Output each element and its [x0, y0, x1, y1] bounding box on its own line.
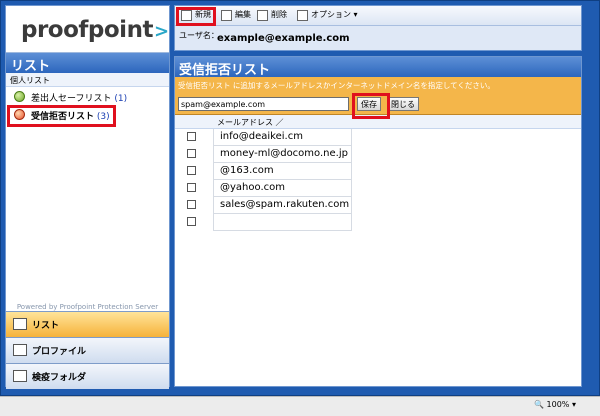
- table-row: [175, 214, 581, 231]
- user-label: ユーザ名：: [179, 31, 219, 40]
- edit-label: 編集: [235, 10, 251, 19]
- nav-label: リスト: [32, 321, 60, 331]
- email-cell: sales@spam.rakuten.com: [213, 197, 352, 214]
- options-label: オプション: [311, 10, 351, 19]
- dropdown-arrow-icon: ▾: [353, 10, 358, 19]
- sidebar-heading: リスト: [6, 53, 169, 74]
- nav-quarantine[interactable]: 検疫フォルダ: [6, 363, 169, 389]
- row-checkbox[interactable]: [187, 183, 196, 192]
- email-cell: @163.com: [213, 163, 352, 180]
- delete-icon: [257, 10, 268, 21]
- email-cell: info@deaikei.cm: [213, 129, 352, 146]
- powered-by-text: Powered by Proofpoint Protection Server: [16, 303, 159, 311]
- chevron-down-icon: ▾: [571, 400, 576, 409]
- nav-label: プロファイル: [32, 347, 87, 357]
- column-header-email[interactable]: メールアドレス ／: [217, 117, 284, 128]
- list-icon: [13, 318, 27, 330]
- email-cell: @yahoo.com: [213, 180, 352, 197]
- row-checkbox[interactable]: [187, 200, 196, 209]
- user-row: ユーザ名： example@example.com: [175, 26, 581, 50]
- edit-icon: [221, 10, 232, 21]
- form-description: 受信拒否リスト に追加するメールアドレスかインターネットドメイン名を指定してくだ…: [178, 81, 495, 90]
- highlight-save-button: [352, 93, 390, 119]
- row-checkbox[interactable]: [187, 149, 196, 158]
- sidebar-item-safe-senders[interactable]: 差出人セーフリスト (1): [6, 87, 169, 105]
- nav-profile[interactable]: プロファイル: [6, 337, 169, 363]
- table-row: @163.com: [175, 163, 581, 180]
- toolbar: 新規 編集 削除 オプション ▾: [175, 6, 581, 26]
- nav-lists[interactable]: リスト: [6, 311, 169, 337]
- logo-area: proofpoint>: [6, 6, 169, 53]
- edit-button[interactable]: 編集: [221, 9, 251, 23]
- email-cell: money-ml@docomo.ne.jp: [213, 146, 352, 163]
- sidebar-subheading: 個人リスト: [6, 73, 169, 87]
- table-row: sales@spam.rakuten.com: [175, 197, 581, 214]
- profile-icon: [13, 344, 27, 356]
- email-cell: [213, 214, 352, 231]
- table-row: money-ml@docomo.ne.jp: [175, 146, 581, 163]
- page-title: 受信拒否リスト: [175, 57, 581, 78]
- safe-list-icon: [14, 91, 25, 102]
- quarantine-icon: [13, 370, 27, 382]
- address-input[interactable]: [178, 97, 349, 111]
- row-checkbox[interactable]: [187, 166, 196, 175]
- close-button[interactable]: 閉じる: [387, 97, 419, 111]
- nav-label: 検疫フォルダ: [32, 373, 87, 383]
- row-checkbox[interactable]: [187, 132, 196, 141]
- highlight-blocked-item: [7, 105, 116, 127]
- status-bar: 🔍 100% ▾: [0, 396, 600, 416]
- options-menu[interactable]: オプション ▾: [297, 9, 358, 23]
- zoom-control[interactable]: 🔍 100% ▾: [534, 400, 576, 409]
- table-row: @yahoo.com: [175, 180, 581, 197]
- sidebar-item-count: (1): [114, 94, 128, 104]
- zoom-level: 100%: [546, 400, 570, 409]
- options-icon: [297, 10, 308, 21]
- row-checkbox[interactable]: [187, 217, 196, 226]
- zoom-icon: 🔍: [534, 400, 544, 409]
- toolbar-panel: 新規 編集 削除 オプション ▾ ユーザ名： example@example.c…: [174, 5, 582, 51]
- delete-label: 削除: [271, 10, 287, 19]
- delete-button[interactable]: 削除: [257, 9, 287, 23]
- proofpoint-logo: proofpoint>: [21, 17, 169, 43]
- sidebar: proofpoint> リスト 個人リスト 差出人セーフリスト (1) 受信拒否…: [5, 5, 170, 389]
- user-value: example@example.com: [217, 33, 350, 44]
- sidebar-item-label: 差出人セーフリスト: [31, 94, 112, 104]
- table-row: info@deaikei.cm: [175, 129, 581, 146]
- highlight-new-button: [176, 7, 216, 26]
